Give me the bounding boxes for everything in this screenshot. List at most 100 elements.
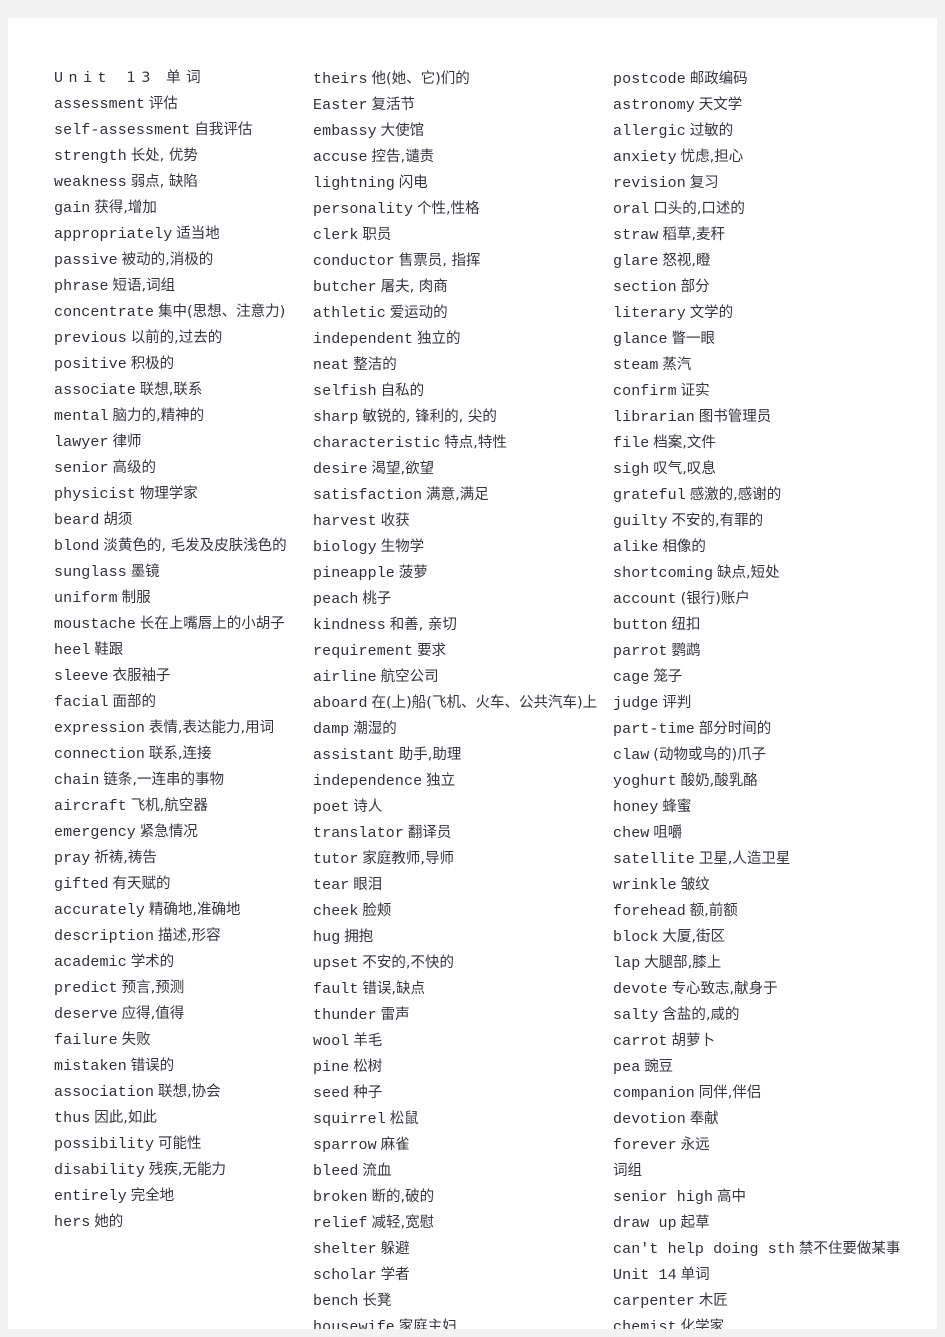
vocabulary-gloss: 屠夫, 肉商 — [380, 279, 448, 295]
vocabulary-entry: description 描述,形容 — [54, 923, 306, 949]
vocabulary-gloss: 失败 — [121, 1032, 151, 1048]
vocabulary-term: tear — [313, 877, 350, 894]
vocabulary-gloss: 翻译员 — [407, 825, 452, 841]
vocabulary-term: sleeve — [54, 668, 109, 685]
vocabulary-gloss: 胡须 — [103, 512, 133, 528]
vocabulary-entry: revision 复习 — [613, 170, 935, 196]
vocabulary-gloss: 描述,形容 — [158, 928, 221, 944]
vocabulary-term: straw — [613, 227, 659, 244]
vocabulary-entry: airline 航空公司 — [313, 664, 606, 690]
vocabulary-term: physicist — [54, 486, 136, 503]
vocabulary-entry: lawyer 律师 — [54, 429, 306, 455]
vocabulary-gloss: 感激的,感谢的 — [689, 487, 782, 503]
vocabulary-gloss: 豌豆 — [644, 1059, 674, 1075]
vocabulary-entry: mental 脑力的,精神的 — [54, 403, 306, 429]
vocabulary-term: guilty — [613, 513, 668, 530]
vocabulary-entry: yoghurt 酸奶,酸乳酪 — [613, 768, 935, 794]
vocabulary-gloss: 物理学家 — [139, 486, 198, 502]
vocabulary-gloss: 高级的 — [112, 460, 156, 476]
vocabulary-term: previous — [54, 330, 127, 347]
vocabulary-term: entirely — [54, 1188, 127, 1205]
vocabulary-entry: moustache 长在上嘴唇上的小胡子 — [54, 611, 306, 637]
vocabulary-term: phrase — [54, 278, 109, 295]
vocabulary-term: butcher — [313, 279, 377, 296]
vocabulary-entry: chain 链条,一连串的事物 — [54, 767, 306, 793]
vocabulary-gloss: 飞机,航空器 — [130, 798, 208, 814]
vocabulary-entry: wool 羊毛 — [313, 1028, 606, 1054]
vocabulary-term: independent — [313, 331, 414, 348]
vocabulary-gloss: 过敏的 — [689, 123, 734, 139]
vocabulary-term: facial — [54, 694, 109, 711]
vocabulary-gloss: 因此,如此 — [94, 1110, 157, 1126]
vocabulary-term: allergic — [613, 123, 686, 140]
vocabulary-term: revision — [613, 175, 686, 192]
vocabulary-gloss: 专心致志,献身于 — [671, 981, 778, 997]
vocabulary-gloss: 特点,特性 — [444, 435, 507, 451]
vocabulary-entry: appropriately 适当地 — [54, 221, 306, 247]
vocabulary-term: alike — [613, 539, 659, 556]
vocabulary-entry: beard 胡须 — [54, 507, 306, 533]
vocabulary-entry: accuse 控告,谴责 — [313, 144, 606, 170]
vocabulary-gloss: 同伴,伴侣 — [698, 1085, 762, 1101]
vocabulary-entry: draw up 起草 — [613, 1210, 935, 1236]
vocabulary-gloss: 大腿部,膝上 — [644, 955, 722, 971]
vocabulary-term: judge — [613, 695, 659, 712]
vocabulary-gloss: 错误,缺点 — [362, 981, 425, 997]
vocabulary-entry: 词组 — [613, 1158, 935, 1184]
vocabulary-entry: physicist 物理学家 — [54, 481, 306, 507]
vocabulary-entry: guilty 不安的,有罪的 — [613, 508, 935, 534]
vocabulary-gloss: 潮湿的 — [353, 721, 397, 737]
vocabulary-entry: section 部分 — [613, 274, 935, 300]
vocabulary-entry: salty 含盐的,咸的 — [613, 1002, 935, 1028]
vocabulary-gloss: 制服 — [121, 590, 151, 606]
vocabulary-gloss: 联想,联系 — [139, 382, 203, 398]
vocabulary-gloss: 长凳 — [362, 1293, 392, 1309]
vocabulary-entry: fault 错误,缺点 — [313, 976, 606, 1002]
vocabulary-entry: pea 豌豆 — [613, 1054, 935, 1080]
vocabulary-term: characteristic — [313, 435, 441, 452]
vocabulary-gloss: 纽扣 — [671, 617, 701, 633]
vocabulary-gloss: 稻草,麦秆 — [662, 227, 725, 243]
vocabulary-gloss: 相像的 — [662, 539, 706, 555]
vocabulary-entry: chew 咀嚼 — [613, 820, 935, 846]
vocabulary-gloss: 表情,表达能力,用词 — [148, 720, 275, 736]
vocabulary-term: failure — [54, 1032, 118, 1049]
vocabulary-entry: requirement 要求 — [313, 638, 606, 664]
vocabulary-gloss: 禁不住要做某事 — [798, 1241, 901, 1257]
vocabulary-term: lightning — [313, 175, 395, 192]
vocabulary-gloss: 部分 — [680, 279, 710, 295]
vocabulary-term: independence — [313, 773, 423, 790]
vocabulary-term: cheek — [313, 903, 359, 920]
vocabulary-entry: sigh 叹气,叹息 — [613, 456, 935, 482]
vocabulary-gloss: 被动的,消极的 — [121, 252, 214, 268]
vocabulary-term: devote — [613, 981, 668, 998]
vocabulary-term: companion — [613, 1085, 695, 1102]
vocabulary-gloss: 菠萝 — [398, 565, 428, 581]
vocabulary-entry: weakness 弱点, 缺陷 — [54, 169, 306, 195]
vocabulary-gloss: 残疾,无能力 — [148, 1162, 226, 1178]
vocabulary-gloss: 短语,词组 — [112, 278, 176, 294]
vocabulary-term: parrot — [613, 643, 668, 660]
vocabulary-gloss: 联系,连接 — [148, 746, 212, 762]
vocabulary-gloss: 脑力的,精神的 — [112, 408, 205, 424]
vocabulary-term: broken — [313, 1189, 368, 1206]
vocabulary-entry: literary 文学的 — [613, 300, 935, 326]
vocabulary-entry: entirely 完全地 — [54, 1183, 306, 1209]
vocabulary-term: postcode — [613, 71, 686, 88]
vocabulary-term: concentrate — [54, 304, 155, 321]
vocabulary-gloss: 永远 — [680, 1137, 710, 1153]
vocabulary-entry: senior high 高中 — [613, 1184, 935, 1210]
vocabulary-gloss: (银行)账户 — [680, 591, 750, 607]
vocabulary-term: harvest — [313, 513, 377, 530]
vocabulary-gloss: 自我评估 — [194, 122, 253, 138]
vocabulary-term: assessment — [54, 96, 146, 113]
vocabulary-entry: sleeve 衣服袖子 — [54, 663, 306, 689]
vocabulary-entry: independent 独立的 — [313, 326, 606, 352]
vocabulary-term: lawyer — [54, 434, 109, 451]
vocabulary-gloss: 不安的,不快的 — [362, 955, 454, 971]
vocabulary-gloss: 大厦,街区 — [662, 929, 725, 945]
vocabulary-term: airline — [313, 669, 377, 686]
vocabulary-entry: previous 以前的,过去的 — [54, 325, 306, 351]
vocabulary-term: strength — [54, 148, 127, 165]
vocabulary-entry: disability 残疾,无能力 — [54, 1157, 306, 1183]
